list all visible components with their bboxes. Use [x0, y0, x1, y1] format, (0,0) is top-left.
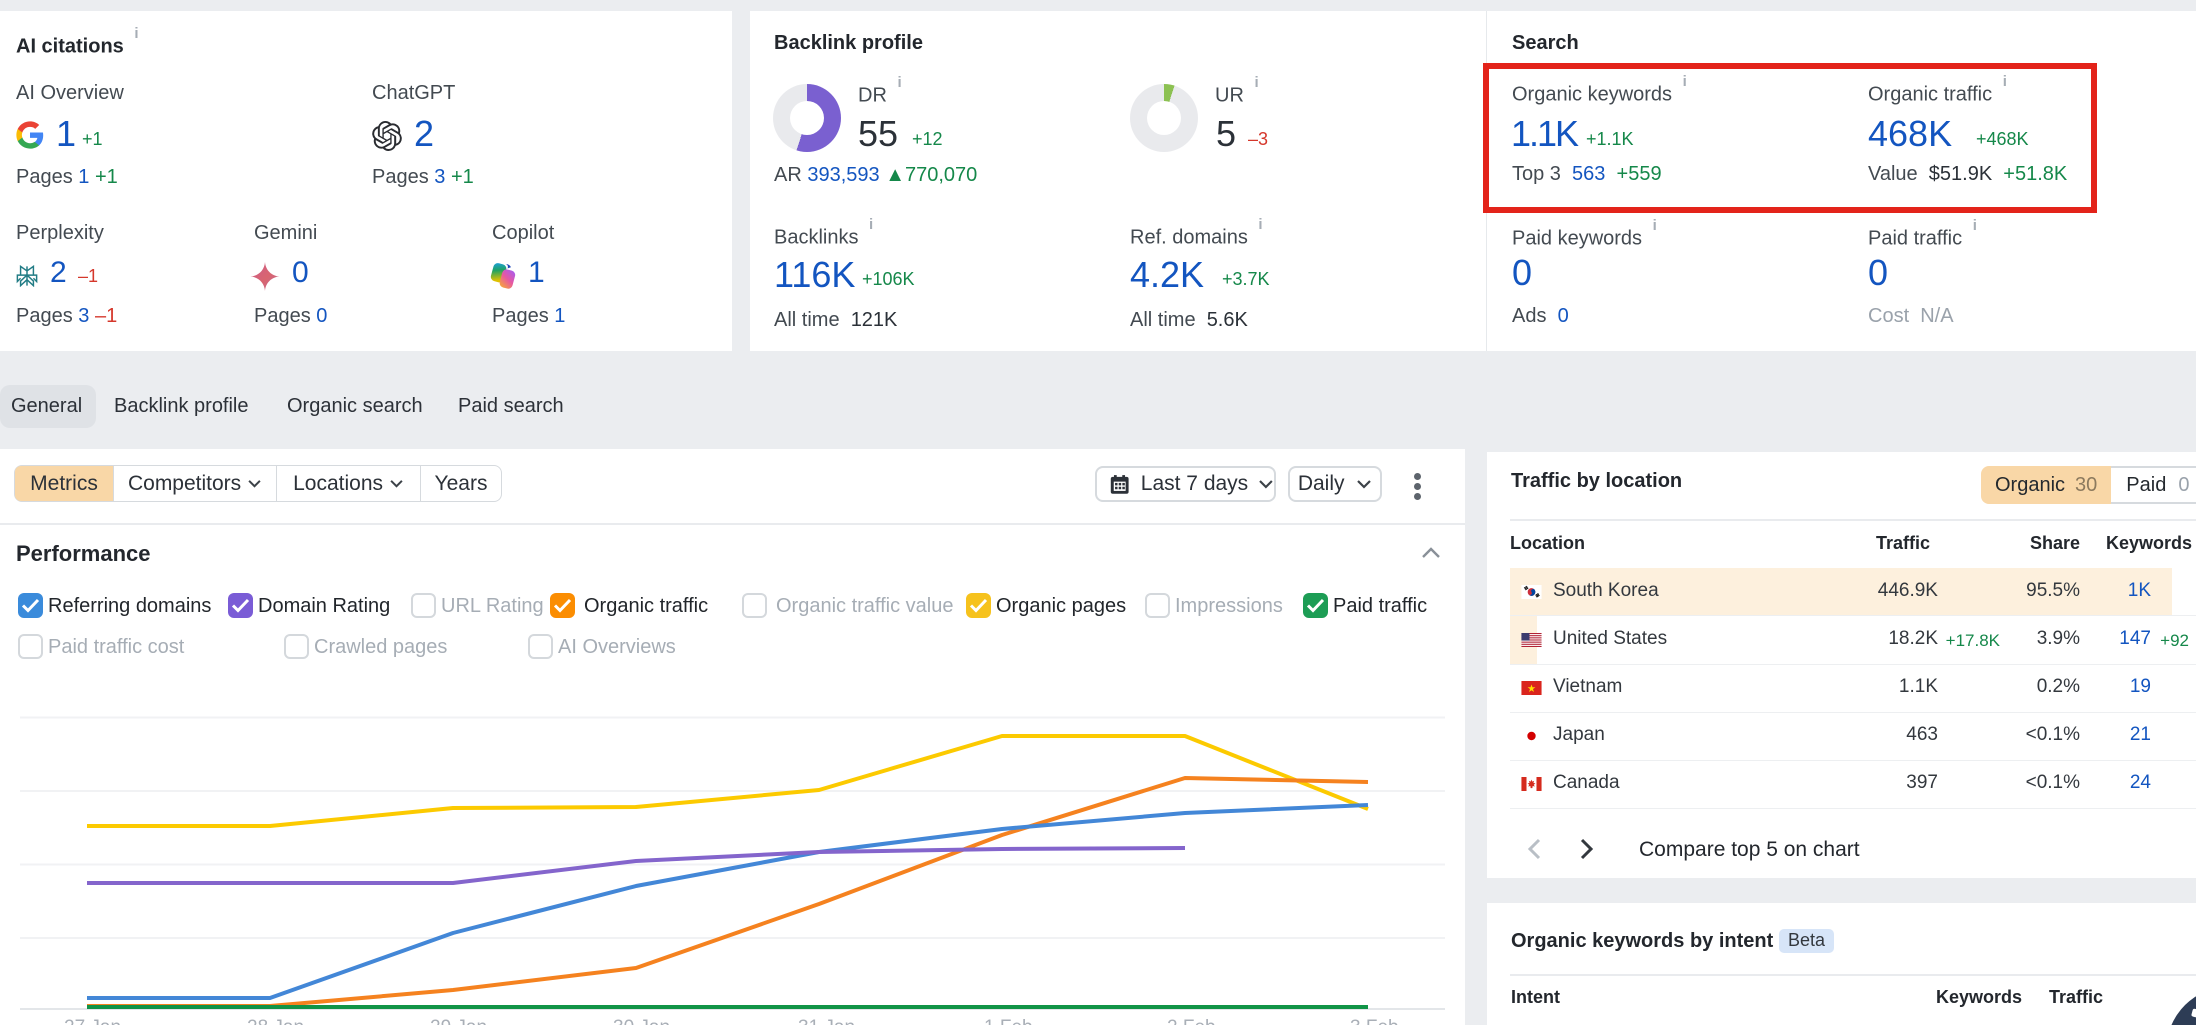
svg-text:30 Jan: 30 Jan	[613, 1017, 670, 1025]
svg-text:1 Feb: 1 Feb	[984, 1017, 1033, 1025]
svg-text:3 Feb: 3 Feb	[1350, 1017, 1399, 1025]
svg-text:29 Jan: 29 Jan	[430, 1017, 487, 1025]
svg-text:31 Jan: 31 Jan	[798, 1017, 855, 1025]
svg-text:2 Feb: 2 Feb	[1167, 1017, 1216, 1025]
svg-text:28 Jan: 28 Jan	[247, 1017, 304, 1025]
svg-text:27 Jan: 27 Jan	[64, 1017, 121, 1025]
